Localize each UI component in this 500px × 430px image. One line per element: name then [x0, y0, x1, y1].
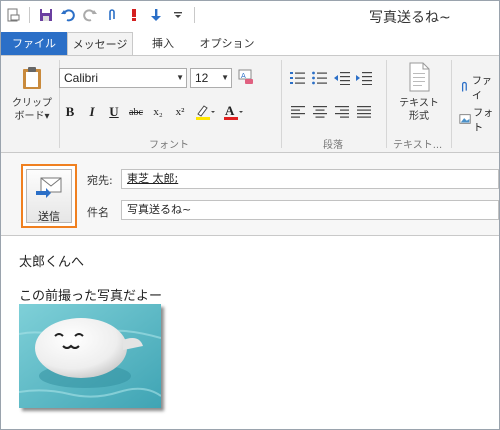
send-button-face: 送信: [26, 169, 72, 223]
font-size-select[interactable]: 12 ▼: [190, 68, 232, 88]
font-family-value: Calibri: [64, 71, 99, 85]
to-recipient[interactable]: 東芝 太郎;: [127, 172, 178, 185]
plain-text-button[interactable]: テキスト形式: [393, 62, 445, 123]
attached-photo[interactable]: [19, 304, 161, 408]
group-separator: [281, 60, 282, 148]
qat-separator-end: [194, 7, 195, 23]
send-mail-icon: [36, 177, 62, 198]
superscript-button[interactable]: x²: [169, 102, 191, 122]
to-field[interactable]: 東芝 太郎;: [121, 169, 499, 189]
message-line-2[interactable]: この前撮った写真だよー: [19, 285, 162, 304]
ribbon: クリップボード▾ Calibri ▼ 12 ▼ A B I U abc x₂ x…: [1, 55, 499, 153]
tab-message[interactable]: メッセージ: [67, 32, 133, 55]
font-color-icon: A: [224, 103, 243, 120]
svg-text:A: A: [225, 103, 235, 118]
align-center-icon[interactable]: [309, 102, 331, 122]
paragraph-list-buttons: [287, 68, 375, 88]
attach-file-label: ファイ: [471, 76, 492, 102]
document-icon: [409, 62, 430, 92]
qat-separator: [29, 7, 30, 23]
attach-file-button[interactable]: ファイ: [459, 72, 499, 102]
customize-qat-icon[interactable]: [170, 7, 186, 23]
attach-icon[interactable]: [104, 7, 120, 23]
highlight-button[interactable]: [191, 102, 219, 122]
photo-album-label: フォト: [473, 108, 494, 134]
mail-compose-window: 写真送るね~ ファイル メッセージ 挿入 オプション クリップボード▾ Cali…: [0, 0, 500, 430]
font-group-label: フォント: [149, 140, 189, 151]
decrease-indent-icon[interactable]: [331, 68, 353, 88]
tab-file[interactable]: ファイル: [1, 32, 67, 55]
highlighter-icon: [196, 105, 215, 120]
tab-insert[interactable]: 挿入: [141, 32, 185, 55]
increase-indent-icon[interactable]: [353, 68, 375, 88]
group-separator: [386, 60, 387, 148]
high-priority-icon[interactable]: [126, 7, 142, 23]
photo-icon: [459, 114, 471, 124]
clipboard-button[interactable]: クリップボード▾: [9, 62, 55, 130]
font-size-value: 12: [195, 71, 209, 85]
send-label: 送信: [38, 210, 60, 223]
underline-button[interactable]: U: [103, 102, 125, 122]
photo-album-button[interactable]: フォト: [459, 104, 499, 134]
font-format-buttons: B I U abc x₂ x² A: [59, 102, 247, 122]
tab-options[interactable]: オプション: [197, 32, 257, 55]
clipboard-label: クリップボード▾: [12, 98, 52, 122]
new-mail-icon[interactable]: [5, 7, 21, 23]
strikethrough-button[interactable]: abc: [125, 102, 147, 122]
italic-button[interactable]: I: [81, 102, 103, 122]
undo-icon[interactable]: [60, 7, 76, 23]
paragraph-group-label: 段落: [323, 140, 343, 151]
redo-icon[interactable]: [82, 7, 98, 23]
quick-access-toolbar: [5, 7, 197, 23]
subject-field[interactable]: 写真送るね~: [121, 200, 499, 220]
chevron-down-icon: ▼: [176, 73, 184, 82]
subscript-button[interactable]: x₂: [147, 102, 169, 122]
group-separator: [451, 60, 452, 148]
title-bar: 写真送るね~: [1, 1, 499, 32]
save-icon[interactable]: [38, 7, 54, 23]
svg-text:A: A: [241, 72, 246, 80]
seal-photo-image: [19, 304, 161, 408]
window-title: 写真送るね~: [369, 10, 451, 26]
plain-text-label: テキスト形式: [399, 98, 439, 122]
align-left-icon[interactable]: [287, 102, 309, 122]
bold-button[interactable]: B: [59, 102, 81, 122]
align-right-icon[interactable]: [331, 102, 353, 122]
justify-icon[interactable]: [353, 102, 375, 122]
numbered-list-icon[interactable]: [287, 68, 309, 88]
to-label: 宛先:: [87, 174, 113, 187]
message-header: 送信 宛先: 東芝 太郎; 件名 写真送るね~: [1, 153, 499, 236]
send-button[interactable]: 送信: [21, 164, 77, 228]
clipboard-icon: [23, 67, 41, 89]
bullet-list-icon[interactable]: [309, 68, 331, 88]
text-group-label: テキスト...: [393, 140, 443, 151]
message-line-1[interactable]: 太郎くんへ: [19, 251, 84, 270]
low-priority-icon[interactable]: [148, 7, 164, 23]
font-color-button[interactable]: A: [219, 102, 247, 122]
paperclip-icon: [461, 81, 467, 92]
ribbon-tabs: ファイル メッセージ 挿入 オプション: [1, 32, 499, 55]
chevron-down-icon: ▼: [221, 73, 229, 82]
clear-format-icon[interactable]: A: [237, 68, 255, 89]
subject-label: 件名: [87, 206, 109, 219]
paragraph-align-buttons: [287, 102, 375, 122]
font-family-select[interactable]: Calibri ▼: [59, 68, 187, 88]
